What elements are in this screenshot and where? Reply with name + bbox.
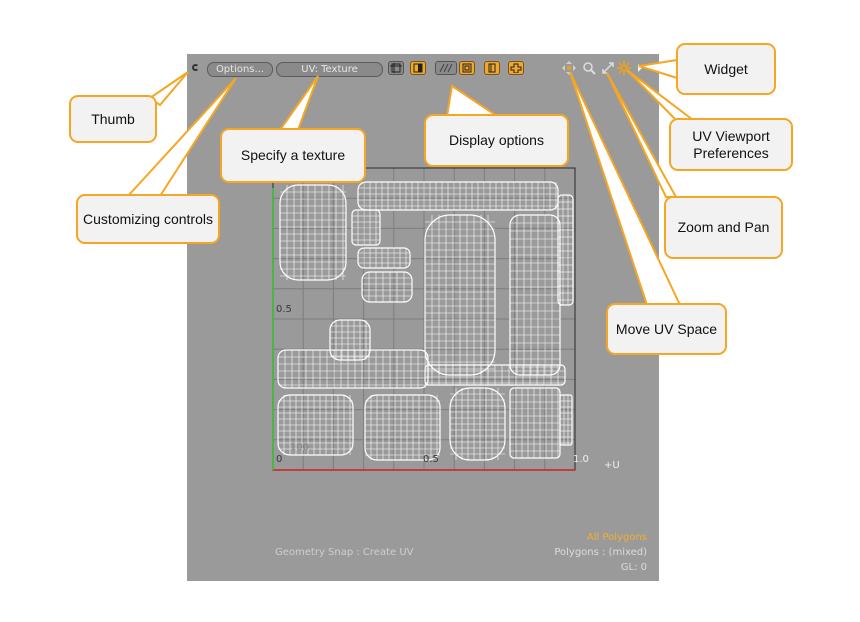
callout-texture: Specify a texture [220, 128, 366, 183]
callout-prefs: UV Viewport Preferences [669, 118, 793, 171]
callout-customizing: Customizing controls [76, 194, 220, 244]
callout-display: Display options [424, 114, 569, 167]
callout-zoom: Zoom and Pan [664, 196, 783, 259]
callout-thumb: Thumb [69, 95, 157, 143]
callout-move: Move UV Space [606, 303, 727, 355]
callout-widget: Widget [676, 43, 776, 95]
